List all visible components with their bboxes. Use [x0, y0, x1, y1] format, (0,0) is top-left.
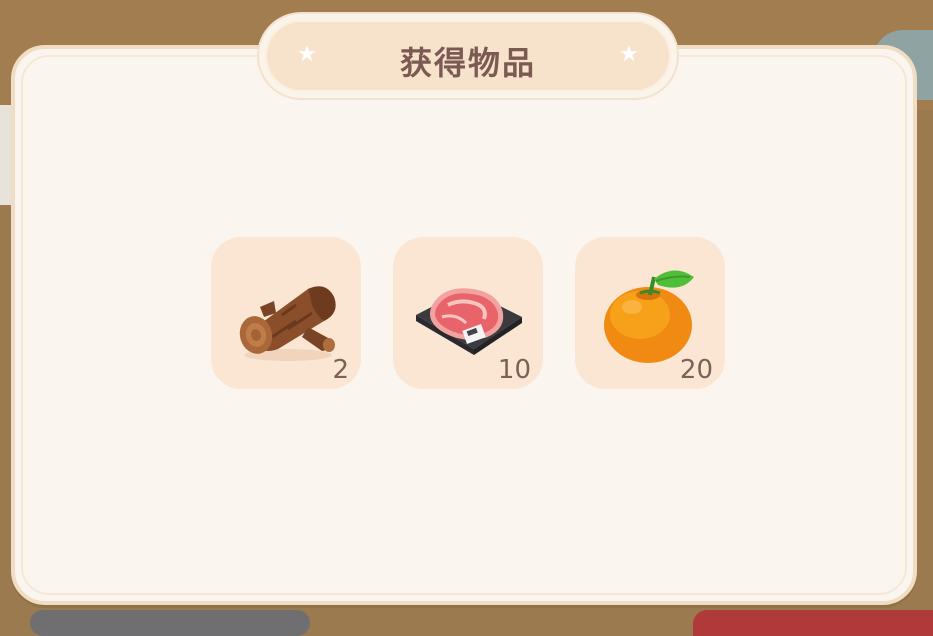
item-count: 2 [332, 355, 349, 385]
item-slot-orange[interactable]: 20 [575, 237, 725, 389]
star-icon: ★ [619, 42, 639, 67]
title-banner: ★ 获得物品 ★ [259, 14, 677, 98]
wood-log-icon [239, 286, 336, 361]
dialog-title: 获得物品 [399, 44, 536, 82]
item-slot-steak[interactable]: 10 [393, 237, 543, 389]
item-count: 20 [679, 355, 713, 385]
steak-icon [416, 288, 522, 355]
orange-icon [604, 270, 694, 363]
background-bottom-button-left [30, 610, 310, 636]
background-bottom-button-right [693, 610, 933, 636]
item-slot-wood-log[interactable]: 2 [211, 237, 361, 389]
item-count: 10 [497, 355, 531, 385]
